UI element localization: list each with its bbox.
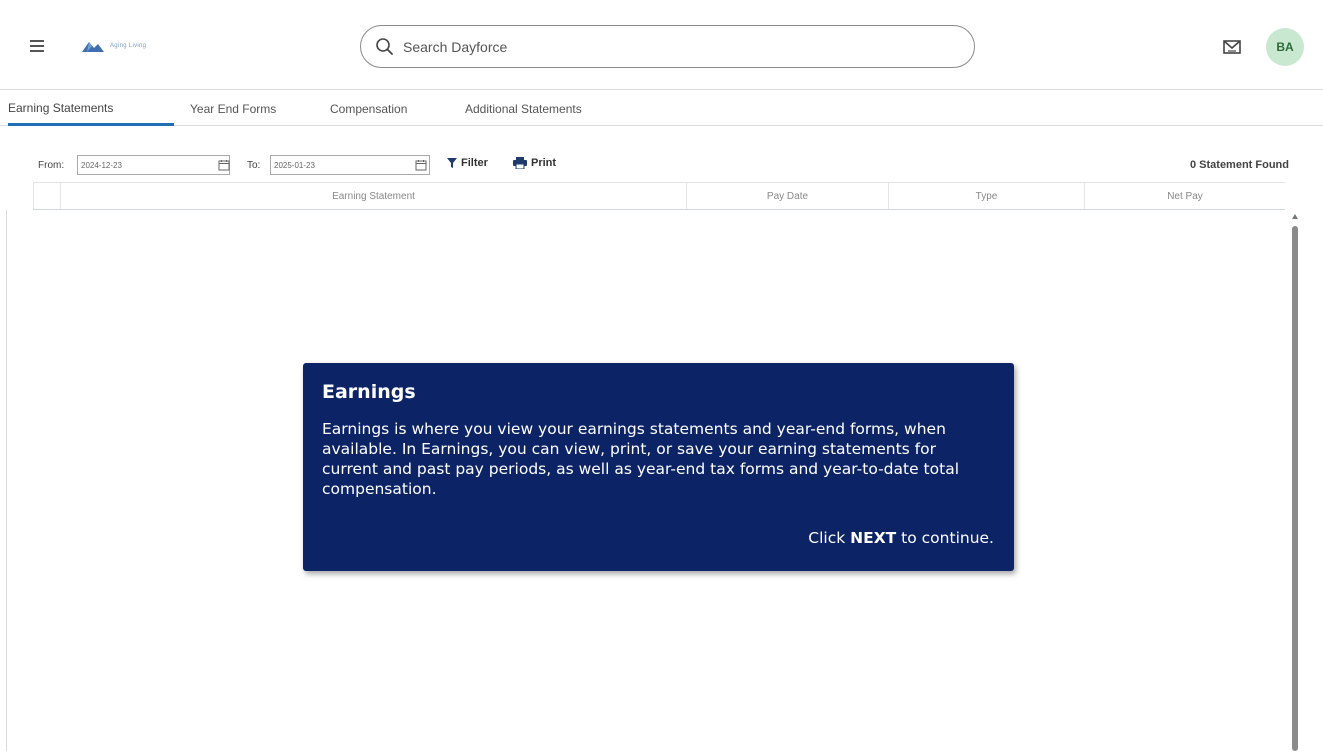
print-label: Print — [531, 157, 557, 169]
walkthrough-tooltip: Earnings Earnings is where you view your… — [303, 363, 1014, 571]
tab-earning-statements[interactable]: Earning Statements — [8, 92, 174, 126]
to-date-field[interactable]: 2025-01-23 — [270, 155, 430, 175]
tab-bar: Earning Statements Year End Forms Compen… — [0, 92, 1323, 126]
from-date-value: 2024-12-23 — [81, 160, 122, 170]
to-date-value: 2025-01-23 — [274, 160, 315, 170]
hamburger-menu-icon[interactable] — [30, 40, 46, 52]
panel-left-border — [6, 210, 7, 751]
from-label: From: — [38, 160, 65, 171]
mail-icon[interactable] — [1222, 38, 1242, 56]
statements-table-header: Earning Statement Pay Date Type Net Pay — [33, 182, 1285, 210]
tooltip-body: Earnings is where you view your earnings… — [322, 420, 959, 498]
select-column-header[interactable] — [33, 183, 61, 209]
print-button[interactable]: Print — [513, 157, 556, 169]
vertical-scrollbar[interactable] — [1290, 212, 1300, 751]
statement-count: 0 Statement Found — [1189, 159, 1289, 171]
logo-text: Aging Living — [110, 43, 147, 49]
top-header: Aging Living BA — [0, 0, 1323, 90]
next-hint-keyword[interactable]: NEXT — [850, 529, 896, 547]
search-input[interactable] — [403, 38, 903, 55]
column-header-pay-date[interactable]: Pay Date — [687, 183, 889, 209]
column-header-type[interactable]: Type — [889, 183, 1085, 209]
search-icon — [376, 37, 393, 55]
user-avatar[interactable]: BA — [1266, 28, 1304, 66]
tab-year-end-forms[interactable]: Year End Forms — [190, 92, 276, 126]
column-header-earning-statement[interactable]: Earning Statement — [61, 183, 687, 209]
to-calendar-icon[interactable] — [415, 159, 427, 171]
search-bar[interactable] — [360, 25, 975, 68]
from-calendar-icon[interactable] — [218, 159, 230, 171]
scroll-up-arrow-icon[interactable] — [1292, 214, 1298, 219]
tooltip-title: Earnings — [322, 381, 416, 403]
tooltip-next-hint[interactable]: Click NEXT to continue. — [808, 529, 994, 547]
tab-additional-statements[interactable]: Additional Statements — [465, 92, 582, 126]
to-label: To: — [247, 160, 261, 171]
printer-icon — [513, 157, 527, 169]
next-hint-suffix: to continue. — [896, 529, 994, 547]
logo-mark-icon — [82, 42, 104, 52]
tab-compensation[interactable]: Compensation — [330, 92, 407, 126]
filter-icon — [447, 158, 457, 168]
from-date-field[interactable]: 2024-12-23 — [77, 155, 230, 175]
column-header-net-pay[interactable]: Net Pay — [1085, 183, 1285, 209]
company-logo[interactable]: Aging Living — [80, 36, 170, 56]
filter-toolbar: From: 2024-12-23 To: 2025-01-23 Filter P… — [0, 150, 1323, 180]
next-hint-prefix: Click — [808, 529, 851, 547]
scroll-thumb[interactable] — [1292, 226, 1298, 751]
filter-label: Filter — [461, 157, 488, 169]
filter-button[interactable]: Filter — [447, 157, 488, 169]
